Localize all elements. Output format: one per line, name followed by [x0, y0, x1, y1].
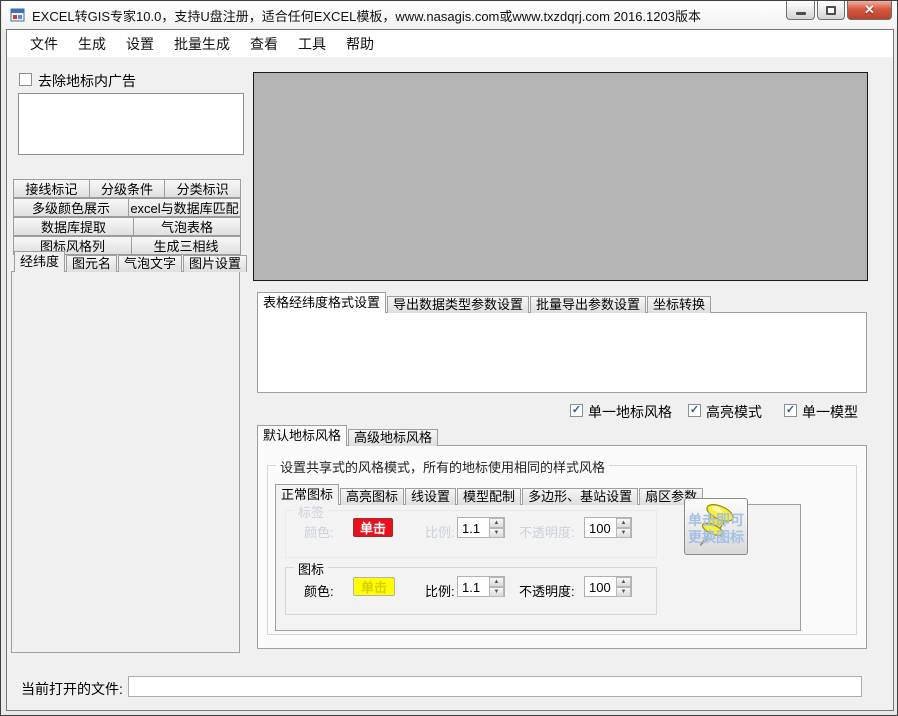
- icon-opacity-spinner[interactable]: 100 ▲▼: [584, 576, 632, 597]
- single-style-label: 单一地标风格: [588, 402, 672, 422]
- label-opacity-value: 100: [585, 518, 616, 537]
- single-model-checkbox[interactable]: [784, 404, 797, 417]
- classification-mark-button[interactable]: 分类标识: [164, 179, 241, 198]
- icon-opacity-value: 100: [585, 577, 616, 596]
- close-icon: ✕: [864, 2, 875, 18]
- label-scale-value: 1.1: [458, 518, 489, 537]
- tab-highlight-icon[interactable]: 高亮图标: [340, 488, 404, 505]
- tab-format-settings[interactable]: 表格经纬度格式设置: [257, 292, 386, 313]
- menu-item-help[interactable]: 帮助: [336, 30, 384, 58]
- menu-item-view[interactable]: 查看: [240, 30, 288, 58]
- label-color-button[interactable]: 单击: [353, 518, 393, 537]
- icon-color-button[interactable]: 单击: [353, 577, 395, 596]
- minimize-icon: [796, 12, 806, 15]
- bubble-table-button[interactable]: 气泡表格: [133, 217, 241, 236]
- tab-advanced-style[interactable]: 高级地标风格: [348, 429, 438, 446]
- icon-scale-spinner[interactable]: 1.1 ▲▼: [457, 576, 505, 597]
- spinner-down-icon[interactable]: ▼: [489, 587, 504, 597]
- icon-color-label: 颜色:: [304, 581, 334, 600]
- tab-export-type-params[interactable]: 导出数据类型参数设置: [387, 296, 529, 313]
- menu-item-generate[interactable]: 生成: [68, 30, 116, 58]
- close-button[interactable]: ✕: [847, 1, 892, 20]
- window-title: EXCEL转GIS专家10.0，支持U盘注册，适合任何EXCEL模板，www.n…: [32, 6, 701, 25]
- current-file-input[interactable]: [128, 676, 862, 697]
- label-opacity-label: 不透明度:: [519, 522, 575, 541]
- highlight-mode-label: 高亮模式: [706, 402, 762, 422]
- label-opacity-spinner[interactable]: 100 ▲▼: [584, 517, 632, 538]
- map-preview-area: [253, 72, 868, 281]
- tab-image-settings[interactable]: 图片设置: [183, 255, 247, 272]
- tab-coord-convert[interactable]: 坐标转换: [647, 296, 711, 313]
- minimize-button[interactable]: [786, 1, 815, 20]
- current-file-label: 当前打开的文件:: [21, 679, 123, 699]
- single-style-checkbox[interactable]: [570, 404, 583, 417]
- multilevel-color-button[interactable]: 多级颜色展示: [13, 198, 129, 217]
- icon-style-group-title: 图标: [294, 559, 328, 578]
- spinner-up-icon[interactable]: ▲: [616, 518, 631, 528]
- tab-longitude-latitude[interactable]: 经纬度: [14, 251, 65, 272]
- menu-item-file[interactable]: 文件: [20, 30, 68, 58]
- spinner-up-icon[interactable]: ▲: [489, 518, 504, 528]
- app-window: EXCEL转GIS专家10.0，支持U盘注册，适合任何EXCEL模板，www.n…: [0, 0, 898, 716]
- single-model-label: 单一模型: [802, 402, 858, 422]
- spinner-down-icon[interactable]: ▼: [616, 587, 631, 597]
- longitude-latitude-page: [11, 271, 240, 653]
- label-scale-label: 比例:: [425, 522, 455, 541]
- maximize-icon: [826, 6, 836, 15]
- tab-batch-export-params[interactable]: 批量导出参数设置: [530, 296, 646, 313]
- ad-listbox[interactable]: [18, 93, 244, 155]
- excel-db-match-button[interactable]: excel与数据库匹配: [128, 198, 241, 217]
- tab-bubble-text[interactable]: 气泡文字: [118, 255, 182, 272]
- app-icon: [10, 7, 26, 23]
- icon-scale-value: 1.1: [458, 577, 489, 596]
- tab-element-name[interactable]: 图元名: [66, 255, 117, 272]
- spinner-down-icon[interactable]: ▼: [489, 528, 504, 538]
- label-color-label: 颜色:: [304, 522, 334, 541]
- maximize-button[interactable]: [817, 1, 845, 20]
- format-settings-page: [257, 312, 867, 393]
- title-bar[interactable]: EXCEL转GIS专家10.0，支持U盘注册，适合任何EXCEL模板，www.n…: [2, 1, 898, 29]
- menu-item-settings[interactable]: 设置: [116, 30, 164, 58]
- menu-bar: 文件 生成 设置 批量生成 查看 工具 帮助: [7, 30, 893, 57]
- spinner-down-icon[interactable]: ▼: [616, 528, 631, 538]
- menu-item-tools[interactable]: 工具: [288, 30, 336, 58]
- spinner-up-icon[interactable]: ▲: [489, 577, 504, 587]
- icon-scale-label: 比例:: [425, 581, 455, 600]
- tab-line-settings[interactable]: 线设置: [405, 488, 456, 505]
- spinner-up-icon[interactable]: ▲: [616, 577, 631, 587]
- grading-condition-button[interactable]: 分级条件: [89, 179, 166, 198]
- label-scale-spinner[interactable]: 1.1 ▲▼: [457, 517, 505, 538]
- remove-ad-checkbox[interactable]: [19, 73, 32, 86]
- highlight-mode-checkbox[interactable]: [688, 404, 701, 417]
- tab-default-style[interactable]: 默认地标风格: [257, 425, 347, 446]
- change-icon-overlay-text: 单击即可更换图标: [686, 512, 746, 546]
- db-extract-button[interactable]: 数据库提取: [13, 217, 134, 236]
- menu-item-batch-generate[interactable]: 批量生成: [164, 30, 240, 58]
- wiring-mark-button[interactable]: 接线标记: [13, 179, 90, 198]
- icon-opacity-label: 不透明度:: [519, 581, 575, 600]
- shared-style-group-title: 设置共享式的风格模式，所有的地标使用相同的样式风格: [276, 457, 609, 476]
- remove-ad-label: 去除地标内广告: [38, 71, 136, 91]
- tab-model-config[interactable]: 模型配制: [457, 488, 521, 505]
- label-style-group-title: 标签: [294, 502, 328, 521]
- tab-polygon-base-settings[interactable]: 多边形、基站设置: [522, 488, 638, 505]
